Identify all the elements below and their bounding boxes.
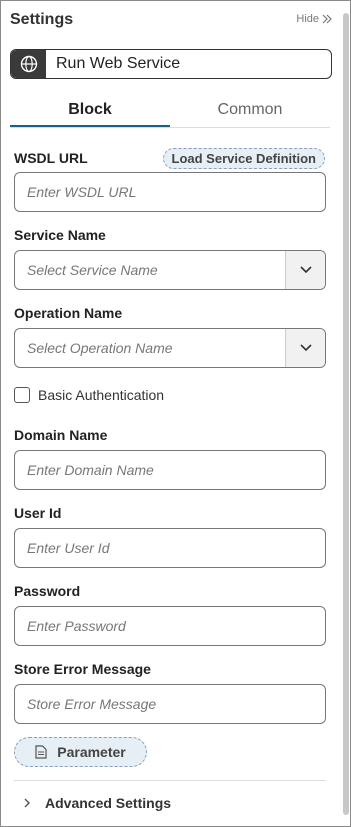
- double-chevron-right-icon: [322, 14, 332, 24]
- parameter-label: Parameter: [57, 744, 126, 760]
- domain-name-label: Domain Name: [14, 427, 108, 443]
- basic-auth-label: Basic Authentication: [38, 387, 165, 403]
- wsdl-url-input[interactable]: Enter WSDL URL: [14, 172, 326, 212]
- operation-name-select[interactable]: Select Operation Name: [14, 328, 326, 368]
- chevron-right-icon: [24, 798, 30, 808]
- globe-icon: [11, 50, 46, 78]
- advanced-settings-toggle[interactable]: Advanced Settings: [23, 795, 171, 811]
- password-input[interactable]: Enter Password: [14, 606, 326, 646]
- load-service-definition-button[interactable]: Load Service Definition: [162, 148, 325, 169]
- divider: [14, 780, 326, 781]
- panel-header: Settings Hide: [10, 11, 332, 31]
- operation-name-label: Operation Name: [14, 305, 123, 321]
- service-name-placeholder: Select Service Name: [27, 262, 158, 278]
- operation-name-placeholder: Select Operation Name: [27, 340, 173, 356]
- tab-bar: Block Common: [10, 96, 330, 128]
- basic-auth-checkbox-row[interactable]: Basic Authentication: [14, 387, 164, 403]
- settings-panel: Settings Hide Run Web Service Block Comm…: [0, 0, 351, 827]
- store-error-label: Store Error Message: [14, 661, 151, 677]
- service-name-label: Service Name: [14, 227, 106, 243]
- store-error-input[interactable]: Store Error Message: [14, 684, 326, 724]
- tab-block[interactable]: Block: [10, 96, 170, 127]
- user-id-input[interactable]: Enter User Id: [14, 528, 326, 568]
- hide-button[interactable]: Hide: [296, 13, 332, 25]
- parameter-button[interactable]: Parameter: [14, 737, 147, 767]
- wsdl-url-label: WSDL URL: [14, 150, 88, 166]
- advanced-settings-label: Advanced Settings: [45, 795, 172, 811]
- domain-name-input[interactable]: Enter Domain Name: [14, 450, 326, 490]
- scrollbar[interactable]: [343, 13, 349, 815]
- hide-label: Hide: [296, 13, 319, 25]
- chevron-down-icon[interactable]: [285, 251, 325, 289]
- password-label: Password: [14, 583, 81, 599]
- chevron-down-icon[interactable]: [285, 329, 325, 367]
- tab-common[interactable]: Common: [170, 96, 330, 127]
- user-id-label: User Id: [14, 505, 62, 521]
- panel-title: Settings: [10, 11, 74, 28]
- document-icon: [35, 745, 47, 759]
- block-title-box: Run Web Service: [10, 49, 332, 79]
- basic-auth-checkbox[interactable]: [14, 387, 30, 403]
- service-name-select[interactable]: Select Service Name: [14, 250, 326, 290]
- block-name: Run Web Service: [56, 55, 181, 72]
